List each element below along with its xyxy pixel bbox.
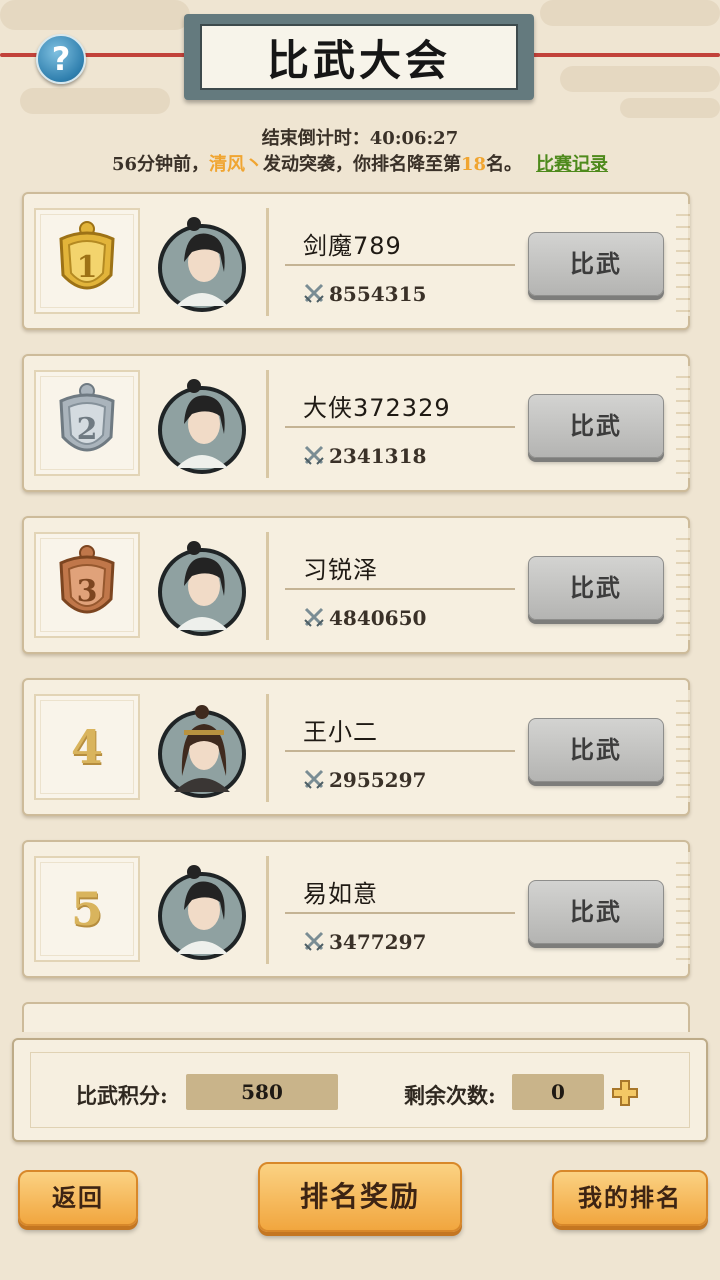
combat-power: 4840650 bbox=[303, 606, 426, 630]
swordsman-avatar-icon bbox=[158, 217, 246, 312]
divider bbox=[285, 750, 515, 752]
remaining-value: 0 bbox=[512, 1074, 604, 1110]
rank-number: 2 bbox=[77, 412, 98, 447]
add-attempts-plus-icon[interactable] bbox=[610, 1078, 640, 1108]
player-name: 易如意 bbox=[303, 880, 378, 908]
rank-notice: 56分钟前，清风丶发动突袭，你排名降至第18名。 比赛记录 bbox=[0, 150, 720, 176]
ranking-card-partial bbox=[22, 1002, 690, 1032]
player-info: 易如意 3477297 bbox=[266, 856, 519, 964]
page-title: 比武大会 bbox=[200, 24, 518, 90]
my-rank-button[interactable]: 我的排名 bbox=[552, 1170, 708, 1226]
combat-power-value: 8554315 bbox=[329, 282, 427, 306]
notice-suffix: 名。 bbox=[486, 154, 523, 175]
combat-power-value: 4840650 bbox=[329, 606, 427, 630]
ranking-list[interactable]: 1 剑魔789 8554315 比武 2 大侠372329 2341318 比武… bbox=[0, 190, 720, 1032]
divider bbox=[285, 912, 515, 914]
player-name: 大侠372329 bbox=[303, 394, 451, 422]
rope-left bbox=[0, 53, 190, 57]
ranking-card: 4 王小二 2955297 比武 bbox=[22, 678, 690, 816]
combat-power-value: 2955297 bbox=[329, 768, 427, 792]
player-name: 王小二 bbox=[303, 718, 378, 746]
duel-button[interactable]: 比武 bbox=[528, 556, 664, 620]
countdown-timer: 结束倒计时：40:06:27 bbox=[261, 128, 459, 149]
combat-power: 3477297 bbox=[303, 930, 426, 954]
duel-button[interactable]: 比武 bbox=[528, 394, 664, 458]
ranking-card: 3 习锐泽 4840650 比武 bbox=[22, 516, 690, 654]
swordsman-avatar-icon bbox=[158, 541, 246, 636]
avatar[interactable] bbox=[158, 210, 246, 314]
duel-button[interactable]: 比武 bbox=[528, 232, 664, 296]
duel-button[interactable]: 比武 bbox=[528, 718, 664, 782]
rank-badge-box: 3 bbox=[34, 532, 140, 638]
rope-right bbox=[530, 53, 720, 57]
help-button[interactable]: ? bbox=[36, 34, 86, 84]
avatar[interactable] bbox=[158, 372, 246, 476]
rank-badge-box: 4 bbox=[34, 694, 140, 800]
ranking-card: 2 大侠372329 2341318 比武 bbox=[22, 354, 690, 492]
attacker-name: 清风丶 bbox=[209, 154, 263, 175]
player-info: 剑魔789 8554315 bbox=[266, 208, 519, 316]
combat-power-value: 3477297 bbox=[329, 930, 427, 954]
combat-power: 2341318 bbox=[303, 444, 426, 468]
combat-power: 2955297 bbox=[303, 768, 426, 792]
crossed-swords-icon bbox=[304, 283, 324, 303]
combat-power-value: 2341318 bbox=[329, 444, 427, 468]
crossed-swords-icon bbox=[304, 769, 324, 789]
rank-badge-box: 5 bbox=[34, 856, 140, 962]
divider bbox=[285, 426, 515, 428]
ranking-card: 1 剑魔789 8554315 比武 bbox=[22, 192, 690, 330]
points-label: 比武积分: bbox=[76, 1083, 168, 1108]
points-value: 580 bbox=[186, 1074, 338, 1110]
divider bbox=[285, 264, 515, 266]
rank-number: 3 bbox=[77, 574, 98, 609]
player-info: 大侠372329 2341318 bbox=[266, 370, 519, 478]
notice-prefix: 56分钟前， bbox=[111, 154, 209, 175]
rank-badge-box: 1 bbox=[34, 208, 140, 314]
gold-rank-badge-icon: 1 bbox=[59, 221, 115, 290]
swordsman-avatar-icon bbox=[158, 865, 246, 960]
rank-number: 1 bbox=[77, 250, 98, 285]
swordsman-avatar-icon bbox=[158, 379, 246, 474]
crossed-swords-icon bbox=[304, 931, 324, 951]
crossed-swords-icon bbox=[304, 607, 324, 627]
avatar[interactable] bbox=[158, 858, 246, 962]
player-name: 剑魔789 bbox=[303, 232, 402, 260]
rank-reward-button[interactable]: 排名奖励 bbox=[258, 1162, 462, 1232]
remaining-label: 剩余次数: bbox=[404, 1083, 496, 1108]
avatar[interactable] bbox=[158, 696, 246, 800]
crossed-swords-icon bbox=[304, 445, 324, 465]
player-info: 王小二 2955297 bbox=[266, 694, 519, 802]
title-board: 比武大会 bbox=[184, 14, 534, 100]
player-name: 习锐泽 bbox=[303, 556, 378, 584]
score-panel: 比武积分: 580 剩余次数: 0 bbox=[12, 1038, 708, 1142]
rank-badge-box: 2 bbox=[34, 370, 140, 476]
back-button[interactable]: 返回 bbox=[18, 1170, 138, 1226]
rank-number: 5 bbox=[70, 882, 103, 936]
match-record-link[interactable]: 比赛记录 bbox=[536, 154, 608, 175]
player-info: 习锐泽 4840650 bbox=[266, 532, 519, 640]
divider bbox=[285, 588, 515, 590]
duel-button[interactable]: 比武 bbox=[528, 880, 664, 944]
bronze-rank-badge-icon: 3 bbox=[59, 545, 115, 614]
avatar[interactable] bbox=[158, 534, 246, 638]
rank-number: 4 bbox=[70, 720, 103, 774]
notice-middle: 发动突袭，你排名降至第 bbox=[263, 154, 461, 175]
warrior-avatar-icon bbox=[158, 705, 246, 798]
silver-rank-badge-icon: 2 bbox=[59, 383, 115, 452]
ranking-card: 5 易如意 3477297 比武 bbox=[22, 840, 690, 978]
combat-power: 8554315 bbox=[303, 282, 426, 306]
current-rank: 18 bbox=[461, 154, 487, 175]
